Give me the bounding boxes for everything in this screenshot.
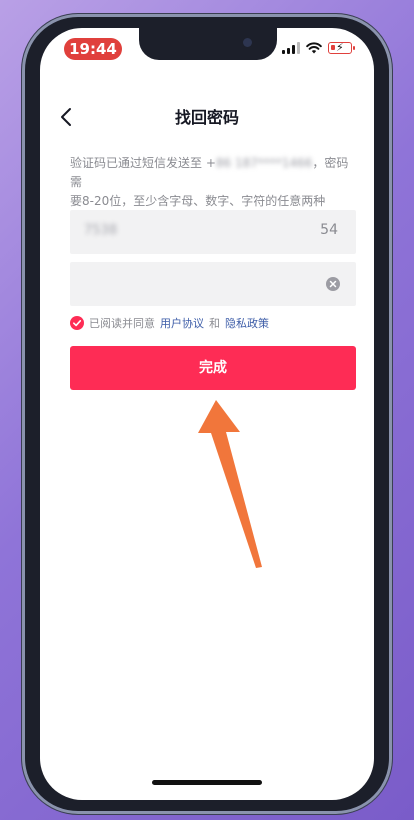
signal-icon: [282, 42, 300, 54]
code-value: 7538: [84, 223, 118, 238]
agreement-row: 已阅读并同意 用户协议 和 隐私政策: [70, 315, 274, 331]
new-password-input[interactable]: [70, 262, 356, 306]
page-title: 找回密码: [174, 108, 239, 127]
battery-icon: ⚡: [328, 41, 355, 54]
password-rule-text: 要8-20位，至少含字母、数字、字符的任意两种: [70, 194, 326, 208]
app-screen: 19:44 ⚡ 找回密码 验证码已通过短信发送至 +86 187****1466…: [40, 28, 374, 800]
description-prefix: 验证码已通过短信发送至 +: [70, 156, 216, 170]
clear-input-icon[interactable]: [326, 277, 340, 291]
agreement-conjunction: 和: [209, 317, 220, 330]
home-indicator: [152, 780, 262, 785]
nav-bar: 找回密码: [40, 102, 374, 132]
privacy-policy-link[interactable]: 隐私政策: [225, 315, 269, 331]
masked-phone-number: 86 187****1466: [215, 156, 313, 170]
annotation-arrow: [198, 400, 262, 568]
verification-code-input[interactable]: 7538 54: [70, 210, 356, 254]
done-button[interactable]: 完成: [70, 346, 356, 390]
resend-countdown: 54: [320, 222, 338, 238]
notch: [139, 28, 277, 60]
status-time: 19:44: [64, 38, 122, 60]
agreement-prefix: 已阅读并同意: [89, 317, 155, 330]
agreement-checkbox-checked-icon[interactable]: [70, 316, 84, 330]
camera-icon: [243, 38, 252, 47]
status-icons: ⚡: [282, 41, 355, 54]
wifi-icon: [306, 42, 322, 54]
sms-description: 验证码已通过短信发送至 +86 187****1466，密码需 要8-20位，至…: [70, 154, 360, 211]
user-agreement-link[interactable]: 用户协议: [160, 315, 204, 331]
phone-frame: 19:44 ⚡ 找回密码 验证码已通过短信发送至 +86 187****1466…: [22, 14, 392, 814]
